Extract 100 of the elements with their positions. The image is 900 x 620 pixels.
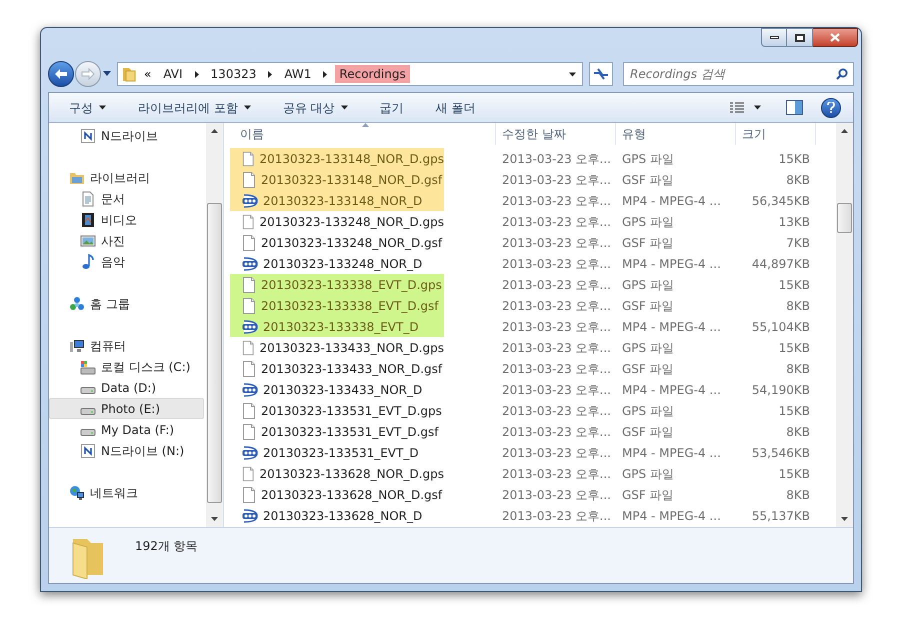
column-header[interactable]: 유형 bbox=[616, 123, 736, 145]
scroll-down-icon bbox=[211, 517, 218, 521]
file-icon bbox=[242, 340, 254, 356]
size-cell-text: 15KB bbox=[778, 276, 810, 294]
nav-item[interactable]: 홈 그룹 bbox=[49, 293, 204, 314]
file-icon bbox=[242, 214, 254, 230]
file-name-cell[interactable]: 20130323-133531_EVT_D.gsf bbox=[230, 421, 444, 442]
file-name-cell[interactable]: 20130323-133433_NOR_D.gsf bbox=[230, 358, 444, 379]
caret-icon bbox=[340, 104, 348, 111]
date-cell-text: 2013-03-23 오후... bbox=[501, 360, 612, 378]
date-cell-text: 2013-03-23 오후... bbox=[501, 276, 612, 294]
file-name-cell[interactable]: 20130323-133148_NOR_D.gsf bbox=[230, 169, 444, 190]
nav-item[interactable]: 음악 bbox=[49, 251, 204, 272]
maximize-button[interactable] bbox=[787, 28, 813, 47]
date-cell-text: 2013-03-23 오후... bbox=[501, 256, 612, 272]
type-cell-text: MP4 - MPEG-4 ... bbox=[621, 256, 722, 272]
help-button[interactable] bbox=[821, 98, 841, 118]
file-name-cell[interactable]: 20130323-133628_NOR_D bbox=[230, 505, 444, 526]
file-name-cell[interactable]: 20130323-133148_NOR_D bbox=[230, 190, 444, 211]
file-icon bbox=[242, 466, 254, 482]
nav-item[interactable]: Data (D:) bbox=[49, 377, 204, 398]
address-bar[interactable]: « AVI 130323 AW1 Recordings bbox=[117, 62, 583, 86]
column-header[interactable]: 이름 bbox=[224, 123, 496, 145]
date-cell-text: 2013-03-23 오후... bbox=[501, 486, 612, 504]
file-name-cell[interactable]: 20130323-133531_EVT_D.gps bbox=[230, 400, 444, 421]
size-cell-text: 7KB bbox=[785, 234, 810, 252]
toolbar-button[interactable]: 굽기 bbox=[374, 96, 410, 120]
refresh-button[interactable] bbox=[589, 62, 613, 86]
column-header[interactable]: 수정한 날짜 bbox=[496, 123, 616, 145]
breadcrumb-segment[interactable]: AW1 bbox=[280, 65, 316, 83]
file-name-cell[interactable]: 20130323-133248_NOR_D.gps bbox=[230, 211, 444, 232]
nav-item[interactable]: 라이브러리 bbox=[49, 167, 204, 188]
file-name-cell[interactable]: 20130323-133433_NOR_D bbox=[230, 379, 444, 400]
type-cell-text: MP4 - MPEG-4 ... bbox=[621, 192, 722, 210]
date-cell-text: 2013-03-23 오후... bbox=[501, 508, 612, 524]
breadcrumb-segment[interactable]: 130323 bbox=[206, 65, 260, 83]
type-cell-text: GPS 파일 bbox=[621, 276, 675, 294]
type-cell-text: GPS 파일 bbox=[621, 150, 675, 168]
toolbar-button[interactable]: 라이브러리에 포함 bbox=[132, 96, 257, 120]
toolbar-button[interactable]: 공유 대상 bbox=[276, 96, 354, 120]
file-name-cell[interactable]: 20130323-133338_EVT_D.gsf bbox=[230, 295, 444, 316]
document-icon bbox=[80, 190, 96, 206]
nav-item[interactable]: N드라이브 (N:) bbox=[49, 440, 204, 461]
drive-icon bbox=[80, 408, 96, 415]
file-name-cell[interactable]: 20130323-133338_EVT_D bbox=[230, 316, 444, 337]
preview-pane-icon bbox=[786, 100, 802, 115]
nav-item[interactable]: 컴퓨터 bbox=[49, 335, 204, 356]
date-cell-text: 2013-03-23 오후... bbox=[501, 234, 612, 252]
nav-item[interactable]: N드라이브 bbox=[49, 125, 204, 146]
nav-item[interactable]: 비디오 bbox=[49, 209, 204, 230]
toolbar-button[interactable]: 구성 bbox=[63, 96, 112, 120]
file-name-cell[interactable]: 20130323-133531_EVT_D bbox=[230, 442, 444, 463]
file-name-cell[interactable]: 20130323-133148_NOR_D.gps bbox=[230, 148, 444, 169]
type-cell-text: GPS 파일 bbox=[621, 466, 675, 482]
file-name-cell[interactable]: 20130323-133628_NOR_D.gps bbox=[230, 463, 444, 484]
file-name-cell[interactable]: 20130323-133248_NOR_D bbox=[230, 253, 444, 274]
item-count: 192개 항목 bbox=[135, 538, 198, 555]
toolbar-button[interactable]: 새 폴더 bbox=[430, 96, 482, 120]
nav-item[interactable]: 네트워크 bbox=[49, 482, 204, 503]
forward-arrow-icon bbox=[81, 68, 95, 80]
video-file-icon bbox=[242, 382, 258, 398]
date-cell-text: 2013-03-23 오후... bbox=[501, 402, 612, 420]
separator-arrow-icon bbox=[194, 70, 199, 78]
file-name-cell[interactable]: 20130323-133628_NOR_D.gsf bbox=[230, 484, 444, 505]
breadcrumb-segment[interactable]: AVI bbox=[159, 65, 187, 83]
file-icon bbox=[242, 360, 256, 376]
scroll-thumb[interactable] bbox=[207, 203, 222, 503]
homegroup-icon bbox=[69, 296, 85, 312]
file-name-cell[interactable]: 20130323-133338_EVT_D.gps bbox=[230, 274, 444, 295]
file-name-cell[interactable]: 20130323-133248_NOR_D.gsf bbox=[230, 232, 444, 253]
back-button[interactable] bbox=[48, 61, 74, 87]
nav-item[interactable]: 사진 bbox=[49, 230, 204, 251]
column-header[interactable]: 크기 bbox=[736, 123, 816, 145]
folder-icon bbox=[122, 66, 136, 82]
close-button[interactable] bbox=[813, 28, 858, 47]
nav-item[interactable]: Photo (E:) bbox=[49, 398, 204, 419]
scroll-thumb[interactable] bbox=[837, 203, 852, 233]
size-cell-text: 55,104KB bbox=[750, 318, 810, 336]
date-cell-text: 2013-03-23 오후... bbox=[501, 424, 612, 440]
breadcrumb-overflow[interactable]: « bbox=[144, 65, 152, 83]
type-cell-text: GSF 파일 bbox=[621, 234, 675, 252]
file-name-cell[interactable]: 20130323-133433_NOR_D.gps bbox=[230, 337, 444, 358]
nav-item[interactable]: My Data (F:) bbox=[49, 419, 204, 440]
scrollbar[interactable] bbox=[206, 123, 223, 527]
breadcrumb-segment[interactable]: Recordings bbox=[335, 65, 410, 83]
file-icon bbox=[242, 234, 256, 250]
type-cell-text: MP4 - MPEG-4 ... bbox=[621, 318, 722, 336]
search-field[interactable]: Recordings 검색 bbox=[623, 62, 854, 86]
size-cell-text: 15KB bbox=[778, 402, 810, 420]
scrollbar[interactable] bbox=[836, 123, 853, 527]
picture-icon bbox=[80, 232, 96, 248]
minimize-button[interactable] bbox=[761, 28, 787, 47]
nav-item[interactable]: 문서 bbox=[49, 188, 204, 209]
file-icon bbox=[242, 298, 256, 314]
date-cell-text: 2013-03-23 오후... bbox=[501, 298, 612, 314]
caret-icon bbox=[244, 104, 251, 111]
video-file-icon bbox=[242, 444, 258, 460]
nav-item[interactable]: 로컬 디스크 (C:) bbox=[49, 356, 204, 377]
date-cell-text: 2013-03-23 오후... bbox=[501, 444, 612, 462]
separator-arrow-icon bbox=[268, 70, 272, 78]
